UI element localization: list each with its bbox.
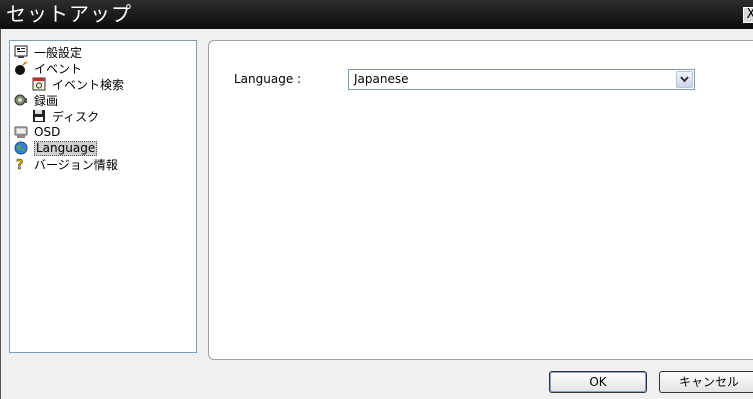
tree-item-osd[interactable]: OSD <box>14 124 60 140</box>
tree-item-label: OSD <box>34 125 61 139</box>
tree-item-language[interactable]: Language <box>14 140 98 156</box>
tree-item-disk[interactable]: ディスク <box>32 108 99 124</box>
tree-item-version-info[interactable]: ? バージョン情報 <box>14 156 118 174</box>
chevron-down-icon <box>680 76 689 83</box>
bomb-icon <box>14 61 28 75</box>
monitor-settings-icon <box>14 45 28 59</box>
svg-text:?: ? <box>16 158 24 171</box>
setup-dialog: 一般設定 イベント イベント検索 録画 ディスク OSD Language ? … <box>0 29 753 399</box>
language-select[interactable]: Japanese <box>348 69 695 90</box>
globe-icon <box>14 141 28 155</box>
cancel-button[interactable]: キャンセル <box>659 371 753 393</box>
tree-item-label: 録画 <box>34 93 59 108</box>
window-title: セットアップ <box>6 2 132 26</box>
osd-display-icon <box>14 125 28 139</box>
tree-item-recording[interactable]: 録画 <box>14 92 58 108</box>
tree-item-label: Language <box>34 140 98 156</box>
ok-button[interactable]: OK <box>549 371 647 393</box>
tree-item-label: バージョン情報 <box>34 157 118 172</box>
event-search-icon <box>32 77 46 91</box>
settings-tree: 一般設定 イベント イベント検索 録画 ディスク OSD Language ? … <box>9 40 197 353</box>
language-label: Language : <box>234 72 302 86</box>
tree-item-label: ディスク <box>52 109 100 124</box>
floppy-disk-icon <box>32 109 46 123</box>
close-button[interactable]: X <box>743 7 753 23</box>
title-bar: セットアップ X <box>0 0 753 29</box>
tree-item-event-search[interactable]: イベント検索 <box>32 76 124 92</box>
tree-item-general[interactable]: 一般設定 <box>14 44 82 60</box>
tree-item-label: イベント <box>34 61 83 76</box>
video-camera-icon <box>14 93 28 107</box>
dropdown-button[interactable] <box>676 71 693 88</box>
tree-item-label: 一般設定 <box>34 45 83 60</box>
tree-item-label: イベント検索 <box>52 77 125 92</box>
language-settings-panel: Language : Japanese <box>208 40 753 360</box>
tree-item-event[interactable]: イベント <box>14 60 82 76</box>
question-mark-icon: ? <box>14 157 28 173</box>
language-select-value: Japanese <box>354 72 409 86</box>
